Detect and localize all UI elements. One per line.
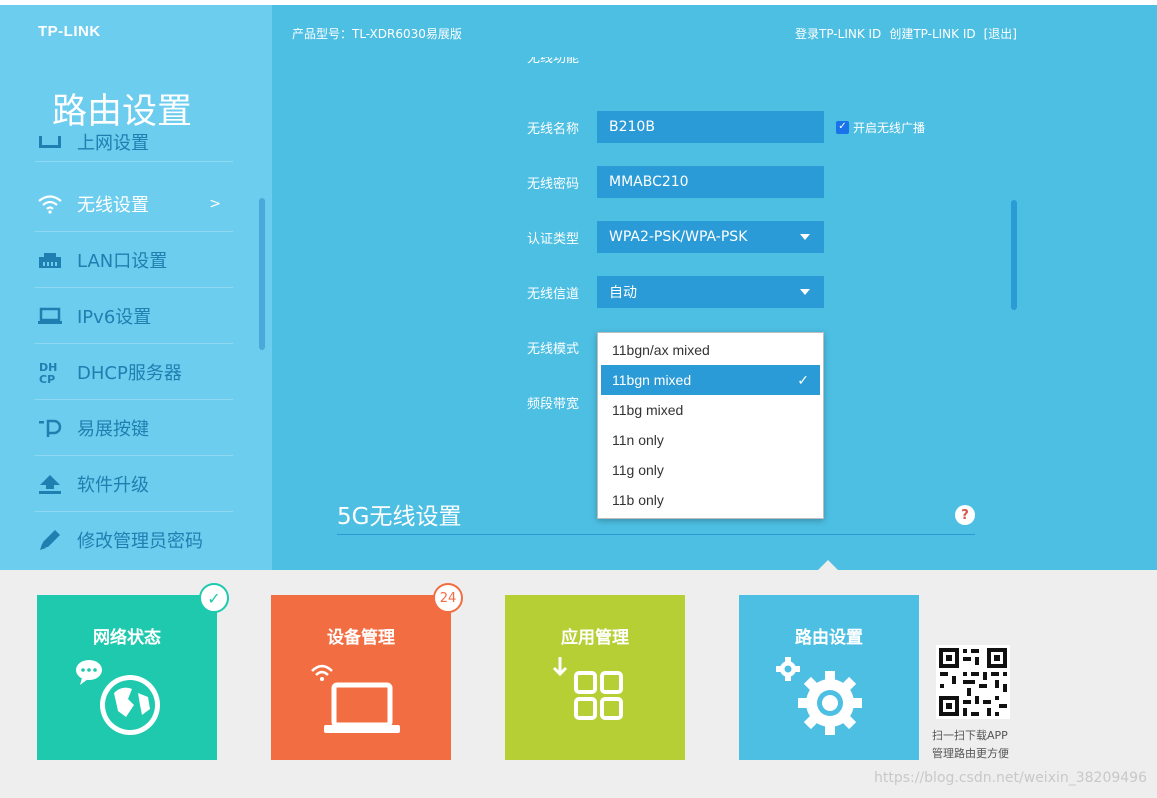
option-label: 11g only bbox=[612, 462, 664, 478]
sidebar-item-label: 易展按键 bbox=[77, 418, 149, 440]
bottom-nav: 网络状态 ✓ 设备管理 24 应用管理 路由设置 扫一扫下载APP 管理路由更方… bbox=[0, 570, 1157, 798]
sidebar-item-label: DHCP服务器 bbox=[77, 362, 182, 384]
option-label: 11b only bbox=[612, 492, 664, 508]
sidebar-item-upgrade[interactable]: 软件升级 bbox=[35, 456, 233, 512]
broadcast-checkbox[interactable]: ✓ 开启无线广播 bbox=[836, 119, 925, 136]
sidebar-item-label: LAN口设置 bbox=[77, 250, 168, 272]
mode-dropdown-list: 11bgn/ax mixed 11bgn mixed ✓ 11bg mixed 1… bbox=[597, 332, 824, 519]
watermark: https://blog.csdn.net/weixin_38209496 bbox=[873, 770, 1147, 786]
ssid-input[interactable]: B210B bbox=[597, 111, 824, 143]
option-label: 11bgn mixed bbox=[612, 372, 692, 388]
mode-option[interactable]: 11bgn/ax mixed bbox=[598, 335, 823, 365]
option-label: 11n only bbox=[612, 432, 664, 448]
easymesh-icon bbox=[35, 416, 65, 440]
mode-option[interactable]: 11bg mixed bbox=[598, 395, 823, 425]
mode-option-selected[interactable]: 11bgn mixed ✓ bbox=[601, 365, 820, 395]
section-5g-title: 5G无线设置 bbox=[337, 504, 462, 530]
pencil-icon bbox=[35, 528, 65, 552]
sidebar-item-easymesh[interactable]: 易展按键 bbox=[35, 400, 233, 456]
top-bar: 产品型号：TL-XDR6030易展版 登录TP-LINK ID 创建TP-LIN… bbox=[272, 5, 1157, 57]
auth-value: WPA2-PSK/WPA-PSK bbox=[609, 229, 748, 245]
app-download-text: 扫一扫下载APP 管理路由更方便 bbox=[932, 727, 1009, 763]
lan-port-icon bbox=[35, 248, 65, 272]
globe-icon bbox=[76, 660, 160, 735]
status-ok-badge: ✓ bbox=[199, 583, 229, 613]
password-row: 无线密码 MMABC210 bbox=[527, 166, 824, 198]
channel-row: 无线信道 自动 bbox=[527, 276, 824, 308]
sidebar-item-lan[interactable]: LAN口设置 bbox=[35, 232, 233, 288]
sidebar-scrollbar[interactable] bbox=[259, 198, 265, 350]
upload-icon bbox=[35, 472, 65, 496]
main-scrollbar[interactable] bbox=[1011, 200, 1017, 310]
chevron-right-icon: > bbox=[209, 195, 221, 212]
svg-text:CP: CP bbox=[39, 373, 55, 384]
tile-label: 路由设置 bbox=[795, 628, 863, 648]
app-download-line2: 管理路由更方便 bbox=[932, 747, 1009, 760]
sidebar-item-label: 上网设置 bbox=[77, 132, 149, 154]
bandwidth-label: 频段带宽 bbox=[527, 396, 580, 412]
internet-icon bbox=[35, 130, 65, 154]
check-icon: ✓ bbox=[797, 371, 809, 388]
auth-select[interactable]: WPA2-PSK/WPA-PSK bbox=[597, 221, 824, 253]
app-download-line1: 扫一扫下载APP bbox=[932, 729, 1008, 742]
tile-label: 设备管理 bbox=[327, 628, 395, 648]
wireless-switch-label: 无线功能 bbox=[527, 57, 580, 66]
device-count-badge: 24 bbox=[433, 583, 463, 613]
help-icon[interactable]: ? bbox=[955, 505, 975, 525]
create-id-link[interactable]: 创建TP-LINK ID bbox=[889, 25, 975, 42]
apps-grid-icon bbox=[552, 657, 623, 720]
sidebar-item-ipv6[interactable]: IPv6设置 bbox=[35, 288, 233, 344]
sidebar-item-dhcp[interactable]: DH CP DHCP服务器 bbox=[35, 344, 233, 400]
tile-router-settings[interactable]: 路由设置 bbox=[739, 595, 919, 760]
caret-down-icon bbox=[800, 289, 810, 295]
option-label: 11bg mixed bbox=[612, 402, 684, 418]
password-label: 无线密码 bbox=[527, 176, 580, 192]
auth-row: 认证类型 WPA2-PSK/WPA-PSK bbox=[527, 221, 824, 253]
mode-label: 无线模式 bbox=[527, 341, 580, 357]
wifi-icon bbox=[35, 192, 65, 216]
auth-label: 认证类型 bbox=[527, 231, 580, 247]
tile-network-status[interactable]: 网络状态 bbox=[37, 595, 217, 760]
sidebar-item-label: IPv6设置 bbox=[77, 306, 152, 328]
mode-option[interactable]: 11g only bbox=[598, 455, 823, 485]
ssid-label: 无线名称 bbox=[527, 121, 580, 137]
login-link[interactable]: 登录TP-LINK ID bbox=[795, 25, 881, 42]
qr-code bbox=[936, 645, 1010, 719]
logout-link[interactable]: [退出] bbox=[984, 25, 1017, 42]
sidebar-item-label: 无线设置 bbox=[77, 194, 149, 216]
product-model: 产品型号：TL-XDR6030易展版 bbox=[292, 27, 462, 41]
password-input[interactable]: MMABC210 bbox=[597, 166, 824, 198]
channel-label: 无线信道 bbox=[527, 286, 580, 302]
sidebar-item-label: 修改管理员密码 bbox=[77, 531, 203, 552]
caret-down-icon bbox=[800, 234, 810, 240]
bandwidth-row: 频段带宽 bbox=[527, 386, 597, 418]
sidebar: TP-LINK 路由设置 上网设置 无线设置 > LAN口设置 IPv6设置 D… bbox=[0, 5, 272, 570]
account-links: 登录TP-LINK ID 创建TP-LINK ID [退出] bbox=[795, 25, 1017, 42]
mode-row: 无线模式 bbox=[527, 331, 597, 363]
checkbox-checked-icon: ✓ bbox=[836, 120, 849, 134]
broadcast-label: 开启无线广播 bbox=[853, 120, 926, 135]
sidebar-item-password[interactable]: 修改管理员密码 bbox=[35, 512, 233, 568]
laptop-icon bbox=[35, 304, 65, 328]
router-admin-page: TP-LINK 路由设置 上网设置 无线设置 > LAN口设置 IPv6设置 D… bbox=[0, 0, 1157, 798]
ssid-row: 无线名称 B210B ✓ 开启无线广播 bbox=[527, 111, 925, 143]
sidebar-item-label: 软件升级 bbox=[77, 474, 149, 496]
active-tile-pointer bbox=[818, 560, 838, 570]
laptop-wifi-icon bbox=[311, 664, 400, 733]
dhcp-icon: DH CP bbox=[35, 360, 65, 384]
mode-option[interactable]: 11b only bbox=[598, 485, 823, 515]
tp-link-logo: TP-LINK bbox=[38, 23, 101, 40]
tile-device-management[interactable]: 设备管理 bbox=[271, 595, 451, 760]
channel-select[interactable]: 自动 bbox=[597, 276, 824, 308]
mode-option[interactable]: 11n only bbox=[598, 425, 823, 455]
gear-icon bbox=[776, 657, 862, 735]
tile-app-management[interactable]: 应用管理 bbox=[505, 595, 685, 760]
sidebar-item-wireless[interactable]: 无线设置 > bbox=[35, 176, 233, 232]
tile-label: 网络状态 bbox=[93, 628, 161, 648]
option-label: 11bgn/ax mixed bbox=[612, 342, 710, 358]
sidebar-item-internet[interactable]: 上网设置 bbox=[35, 122, 233, 162]
channel-value: 自动 bbox=[609, 285, 637, 301]
tile-label: 应用管理 bbox=[561, 628, 629, 648]
